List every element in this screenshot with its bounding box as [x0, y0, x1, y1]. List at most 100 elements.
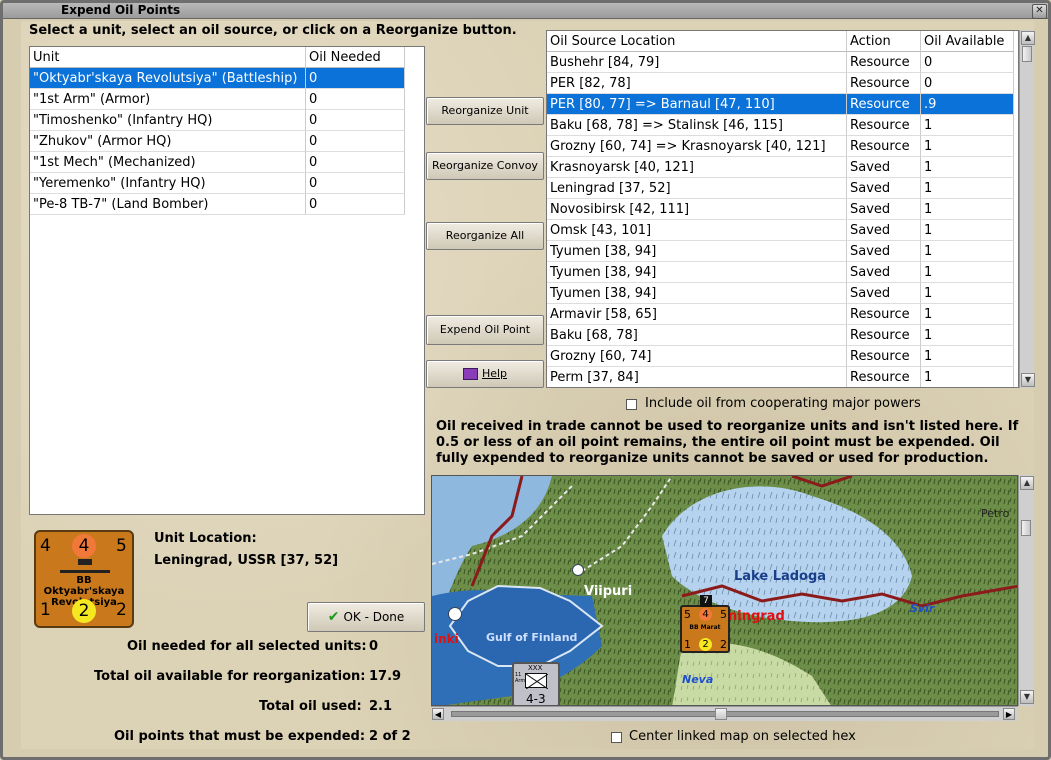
close-icon[interactable]: ✕	[1032, 4, 1047, 19]
oil-location-cell: Novosibirsk [42, 111]	[547, 199, 847, 220]
title-bar[interactable]: Expend Oil Points ✕	[3, 3, 1048, 19]
scroll-up-arrow-icon[interactable]: ▲	[1021, 31, 1035, 45]
oil-location-cell: Baku [68, 78] => Stalinsk [46, 115]	[547, 115, 847, 136]
oil-location-cell: Baku [68, 78]	[547, 325, 847, 346]
unit-row[interactable]: "1st Arm" (Armor) 0	[30, 89, 406, 110]
total-used-label: Total oil used:	[259, 699, 362, 714]
oil-source-row[interactable]: Tyumen [38, 94] Saved 1	[547, 262, 1015, 283]
oil-source-row[interactable]: Baku [68, 78] => Stalinsk [46, 115] Resou…	[547, 115, 1015, 136]
map-label-leningrad: ningrad	[728, 609, 785, 624]
unit-name-cell: "Pe-8 TB-7" (Land Bomber)	[30, 194, 306, 215]
oil-source-row[interactable]: Tyumen [38, 94] Saved 1	[547, 241, 1015, 262]
map-vertical-thumb[interactable]	[1021, 520, 1031, 536]
map-label-viipuri: Viipuri	[584, 584, 633, 599]
reorganize-all-button[interactable]: Reorganize All	[426, 222, 544, 250]
oil-action-cell: Resource	[847, 367, 921, 387]
center-map-checkbox[interactable]	[611, 732, 622, 743]
oil-source-row[interactable]: Novosibirsk [42, 111] Saved 1	[547, 199, 1015, 220]
oil-source-table[interactable]: Oil Source Location Action Oil Available…	[546, 30, 1019, 388]
map-counter-name: BB Marat	[689, 624, 721, 631]
reorganize-unit-button[interactable]: Reorganize Unit	[426, 97, 544, 125]
city-icon	[572, 564, 584, 576]
oil-available-cell: 1	[921, 346, 1014, 367]
oil-needed-cell: 0	[306, 152, 405, 173]
map-scroll-left-arrow-icon[interactable]: ◀	[432, 708, 444, 720]
oil-source-row[interactable]: Grozny [60, 74] => Krasnoyarsk [40, 121]…	[547, 136, 1015, 157]
army-counter-size: XXX	[528, 664, 543, 672]
unit-row[interactable]: "Yeremenko" (Infantry HQ) 0	[30, 173, 406, 194]
oil-location-cell: Grozny [60, 74] => Krasnoyarsk [40, 121]	[547, 136, 847, 157]
reorganize-convoy-button[interactable]: Reorganize Convoy	[426, 152, 544, 180]
oil-needed-cell: 0	[306, 194, 405, 215]
total-used-value: 2.1	[369, 699, 393, 714]
column-header-location[interactable]: Oil Source Location	[547, 31, 847, 52]
map-horizontal-scrollbar[interactable]: ◀ ▶	[431, 706, 1018, 721]
oil-action-cell: Saved	[847, 262, 921, 283]
units-table-header: Unit Oil Needed	[30, 47, 406, 68]
map-unit-counter[interactable]: 7 5 4 5 BB Marat 1 2 2	[680, 595, 730, 653]
scroll-down-arrow-icon[interactable]: ▼	[1021, 373, 1035, 387]
unit-name-cell: "Timoshenko" (Infantry HQ)	[30, 110, 306, 131]
oil-location-cell: Grozny [60, 74]	[547, 346, 847, 367]
counter-bottom-left: 1	[40, 600, 51, 620]
map-counter-c: 5	[720, 608, 727, 621]
oil-source-row[interactable]: Tyumen [38, 94] Saved 1	[547, 283, 1015, 304]
map-label-lake: Lake Ladoga	[734, 569, 827, 584]
help-button[interactable]: Help	[426, 360, 544, 388]
oil-action-cell: Resource	[847, 115, 921, 136]
map-scroll-up-arrow-icon[interactable]: ▲	[1020, 476, 1034, 490]
oil-table-scrollbar[interactable]: ▲ ▼	[1019, 30, 1035, 388]
column-header-action[interactable]: Action	[847, 31, 921, 52]
oil-action-cell: Saved	[847, 157, 921, 178]
oil-action-cell: Saved	[847, 178, 921, 199]
oil-needed-cell: 0	[306, 89, 405, 110]
counter-bottom-mid: 2	[72, 599, 96, 623]
oil-action-cell: Resource	[847, 346, 921, 367]
oil-table-header: Oil Source Location Action Oil Available	[547, 31, 1015, 52]
map-vertical-scrollbar[interactable]: ▲ ▼	[1018, 475, 1034, 706]
oil-source-row[interactable]: Leningrad [37, 52] Saved 1	[547, 178, 1015, 199]
oil-action-cell: Resource	[847, 94, 921, 115]
counter-movement: 4	[72, 534, 96, 558]
oil-source-row[interactable]: Perm [37, 84] Resource 1	[547, 367, 1015, 387]
oil-source-row[interactable]: Armavir [58, 65] Resource 1	[547, 304, 1015, 325]
oil-available-cell: 1	[921, 325, 1014, 346]
column-header-unit[interactable]: Unit	[30, 47, 306, 68]
unit-location-value: Leningrad, USSR [37, 52]	[154, 553, 339, 568]
unit-row[interactable]: "Zhukov" (Armor HQ) 0	[30, 131, 406, 152]
oil-available-cell: 0	[921, 52, 1014, 73]
unit-row[interactable]: "Timoshenko" (Infantry HQ) 0	[30, 110, 406, 131]
oil-source-row[interactable]: Krasnoyarsk [40, 121] Saved 1	[547, 157, 1015, 178]
oil-source-row[interactable]: PER [82, 78] Resource 0	[547, 73, 1015, 94]
oil-needed-value: 0	[369, 639, 379, 654]
units-table[interactable]: Unit Oil Needed "Oktyabr'skaya Revolutsi…	[29, 46, 425, 515]
map-scroll-down-arrow-icon[interactable]: ▼	[1020, 690, 1034, 704]
unit-row[interactable]: "Oktyabr'skaya Revolutsiya" (Battleship)…	[30, 68, 406, 89]
map-army-counter[interactable]: XXX 11 Arm 4-3	[512, 662, 560, 705]
map-counter-a: 5	[684, 608, 691, 621]
linked-map[interactable]: Lake Ladoga Gulf of Finland Viipuri ning…	[431, 475, 1018, 706]
column-header-oil-available[interactable]: Oil Available	[921, 31, 1014, 52]
expend-oil-point-button[interactable]: Expend Oil Point	[426, 315, 544, 345]
column-header-oil-needed[interactable]: Oil Needed	[306, 47, 405, 68]
center-map-label: Center linked map on selected hex	[629, 729, 856, 744]
map-scroll-right-arrow-icon[interactable]: ▶	[1003, 708, 1015, 720]
oil-action-cell: Saved	[847, 241, 921, 262]
oil-source-row[interactable]: Baku [68, 78] Resource 1	[547, 325, 1015, 346]
army-counter-side: 11 Arm	[515, 672, 526, 684]
map-counter-stack: 7	[700, 595, 712, 607]
oil-available-cell: 1	[921, 367, 1014, 387]
unit-row[interactable]: "Pe-8 TB-7" (Land Bomber) 0	[30, 194, 406, 215]
map-horizontal-thumb[interactable]	[715, 708, 727, 720]
unit-row[interactable]: "1st Mech" (Mechanized) 0	[30, 152, 406, 173]
oil-source-row[interactable]: Omsk [43, 101] Saved 1	[547, 220, 1015, 241]
oil-action-cell: Saved	[847, 220, 921, 241]
must-expend-label: Oil points that must be expended:	[114, 729, 366, 744]
ok-done-button[interactable]: ✔ OK - Done	[307, 602, 425, 632]
checkmark-icon: ✔	[327, 609, 340, 625]
oil-source-row[interactable]: Grozny [60, 74] Resource 1	[547, 346, 1015, 367]
scroll-thumb[interactable]	[1022, 46, 1032, 62]
oil-source-row[interactable]: PER [80, 77] => Barnaul [47, 110] Resourc…	[547, 94, 1015, 115]
oil-source-row[interactable]: Bushehr [84, 79] Resource 0	[547, 52, 1015, 73]
include-coop-checkbox[interactable]	[626, 399, 637, 410]
